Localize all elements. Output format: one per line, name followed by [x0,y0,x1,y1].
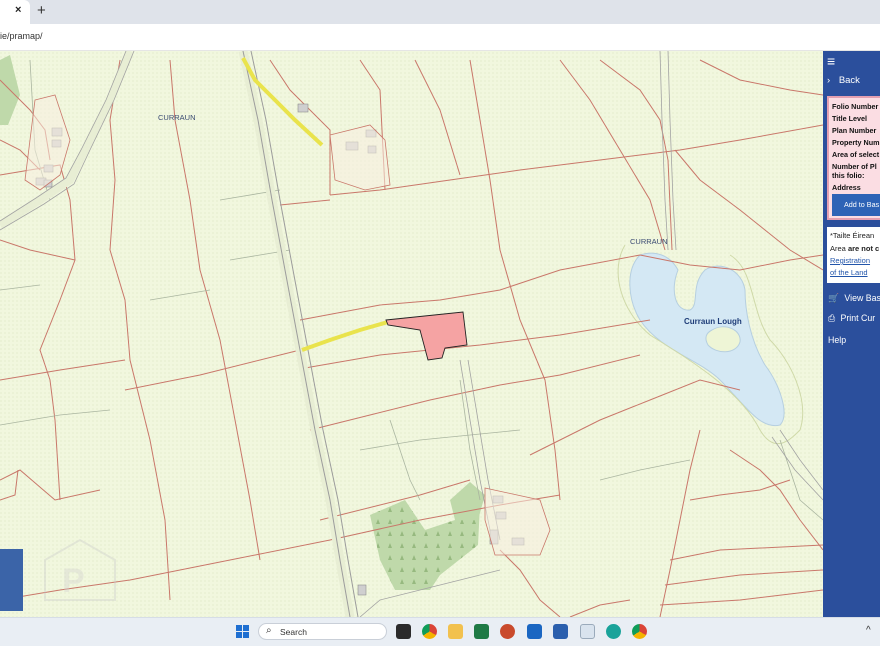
back-label: Back [838,75,860,86]
windows-start-icon[interactable] [236,625,249,638]
powerpoint-icon[interactable] [500,624,515,639]
folio-number-label: Folio Number [832,102,879,111]
plan-number-label: Plan Number [832,126,877,135]
add-to-basket-button[interactable]: Add to Bas [832,194,880,216]
address-label: Address [832,183,861,192]
notice-line-1: *Tailte Éirean [830,231,875,240]
address-text[interactable]: ie/pramap/ [0,31,43,41]
svg-text:P: P [62,562,85,600]
menu-icon[interactable]: ≡ [827,53,835,69]
map-canvas[interactable]: P CURRAUN CURRAUN Curraun Lough [0,51,823,617]
title-level-label: Title Level [832,114,868,123]
folio-info-box: Folio Number Title Level Plan Number Pro… [827,96,880,220]
file-explorer-icon[interactable] [448,624,463,639]
search-icon: ⌕ [266,625,272,636]
cart-icon: 🛒 [828,293,839,303]
area-selected-label: Area of select [832,150,880,159]
address-bar[interactable]: ie/pramap/ [0,24,880,51]
this-folio-label: this folio: [832,171,865,180]
browser-tab-bar: × + [0,0,880,24]
print-label: Print Cur [840,313,876,323]
property-number-label: Property Num [832,138,880,147]
new-tab-button[interactable]: + [37,2,46,19]
taskbar-search[interactable]: ⌕ Search [258,623,387,640]
chrome-profile-icon[interactable] [632,624,647,639]
excel-icon[interactable] [474,624,489,639]
browser-tab[interactable]: × [0,0,30,24]
number-of-plans-label: Number of Pl [832,162,877,171]
view-basket-label: View Bas [844,293,880,303]
taskbar: ⌕ Search ^ [0,617,880,646]
snipping-tool-icon[interactable] [580,624,595,639]
print-icon: ⎙ [828,313,836,323]
close-tab-icon[interactable]: × [15,4,21,16]
notice-line-2: Area are not c [830,244,880,253]
lake-label: Curraun Lough [684,317,742,326]
task-view-icon[interactable] [396,624,411,639]
map-side-panel-toggle[interactable] [0,549,23,611]
registration-link[interactable]: Registration [830,256,870,265]
view-basket-link[interactable]: 🛒 View Bas [828,293,880,304]
tray-chevron-icon[interactable]: ^ [866,625,871,636]
help-link[interactable]: Help [828,335,846,345]
place-label-curraun: CURRAUN [158,113,196,122]
chrome-icon[interactable] [422,624,437,639]
edge-icon[interactable] [606,624,621,639]
place-label-curraun-2: CURRAUN [630,237,668,246]
chevron-right-icon: › [827,75,831,86]
word-icon[interactable] [553,624,568,639]
land-registry-link[interactable]: of the Land [830,268,868,277]
back-button[interactable]: › Back [827,75,860,86]
sidebar: ≡ › Back Folio Number Title Level Plan N… [823,51,880,617]
print-link[interactable]: ⎙ Print Cur [828,313,875,324]
search-placeholder: Search [280,627,307,637]
map-viewport[interactable]: P CURRAUN CURRAUN Curraun Lough [0,51,823,617]
outlook-icon[interactable] [527,624,542,639]
disclaimer-notice: *Tailte Éirean Area are not c Registrati… [827,227,880,283]
